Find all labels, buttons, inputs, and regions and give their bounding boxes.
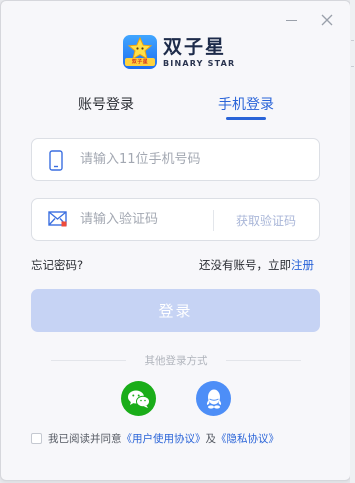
divider-line-right (226, 360, 301, 361)
get-code-button[interactable]: 获取验证码 (236, 212, 296, 229)
register-prompt: 还没有账号，立即注册 (199, 257, 314, 273)
forgot-password-link[interactable]: 忘记密码? (31, 257, 83, 273)
wechat-icon (127, 390, 150, 408)
wechat-login-button[interactable] (121, 381, 156, 416)
verification-code-input[interactable] (80, 199, 200, 240)
agreement-checkbox[interactable] (31, 433, 42, 444)
envelope-icon (48, 211, 67, 227)
field-separator (213, 210, 214, 231)
phone-input[interactable] (80, 139, 250, 180)
tab-account-login[interactable]: 账号登录 (78, 94, 134, 114)
tab-phone-login[interactable]: 手机登录 (218, 94, 274, 114)
close-button[interactable] (318, 11, 336, 29)
privacy-agreement-link[interactable]: 《隐私协议》 (216, 431, 279, 446)
app-subtitle: BINARY STAR (163, 58, 236, 68)
register-link[interactable]: 注册 (291, 258, 314, 272)
active-tab-indicator (226, 117, 266, 120)
agreement-prefix: 我已阅读并同意 (48, 433, 122, 445)
close-icon (321, 14, 333, 26)
qq-icon (206, 389, 221, 409)
qq-login-button[interactable] (196, 381, 231, 416)
agreement-and: 及 (205, 433, 217, 445)
other-login-divider: 其他登录方式 (51, 353, 301, 367)
minimize-icon (285, 19, 297, 21)
agreement-row: 我已阅读并同意 《用户使用协议》 及 《隐私协议》 (31, 431, 279, 446)
app-logo: 双子星 双子星 BINARY STAR (123, 35, 235, 69)
phone-field (31, 138, 320, 181)
logo-badge: 双子星 (125, 58, 155, 66)
minimize-button[interactable] (282, 11, 300, 29)
user-agreement-link[interactable]: 《用户使用协议》 (122, 431, 206, 446)
app-title: 双子星 (163, 35, 227, 58)
no-account-text: 还没有账号，立即 (199, 258, 291, 272)
verification-code-field: 获取验证码 (31, 198, 320, 241)
login-button[interactable]: 登录 (31, 289, 320, 332)
login-window: 双子星 双子星 BINARY STAR 账号登录 手机登录 获取验证码 忘记密码… (0, 0, 351, 481)
phone-icon (49, 150, 63, 171)
background-window-edge (350, 0, 355, 483)
logo-icon: 双子星 (123, 35, 157, 69)
